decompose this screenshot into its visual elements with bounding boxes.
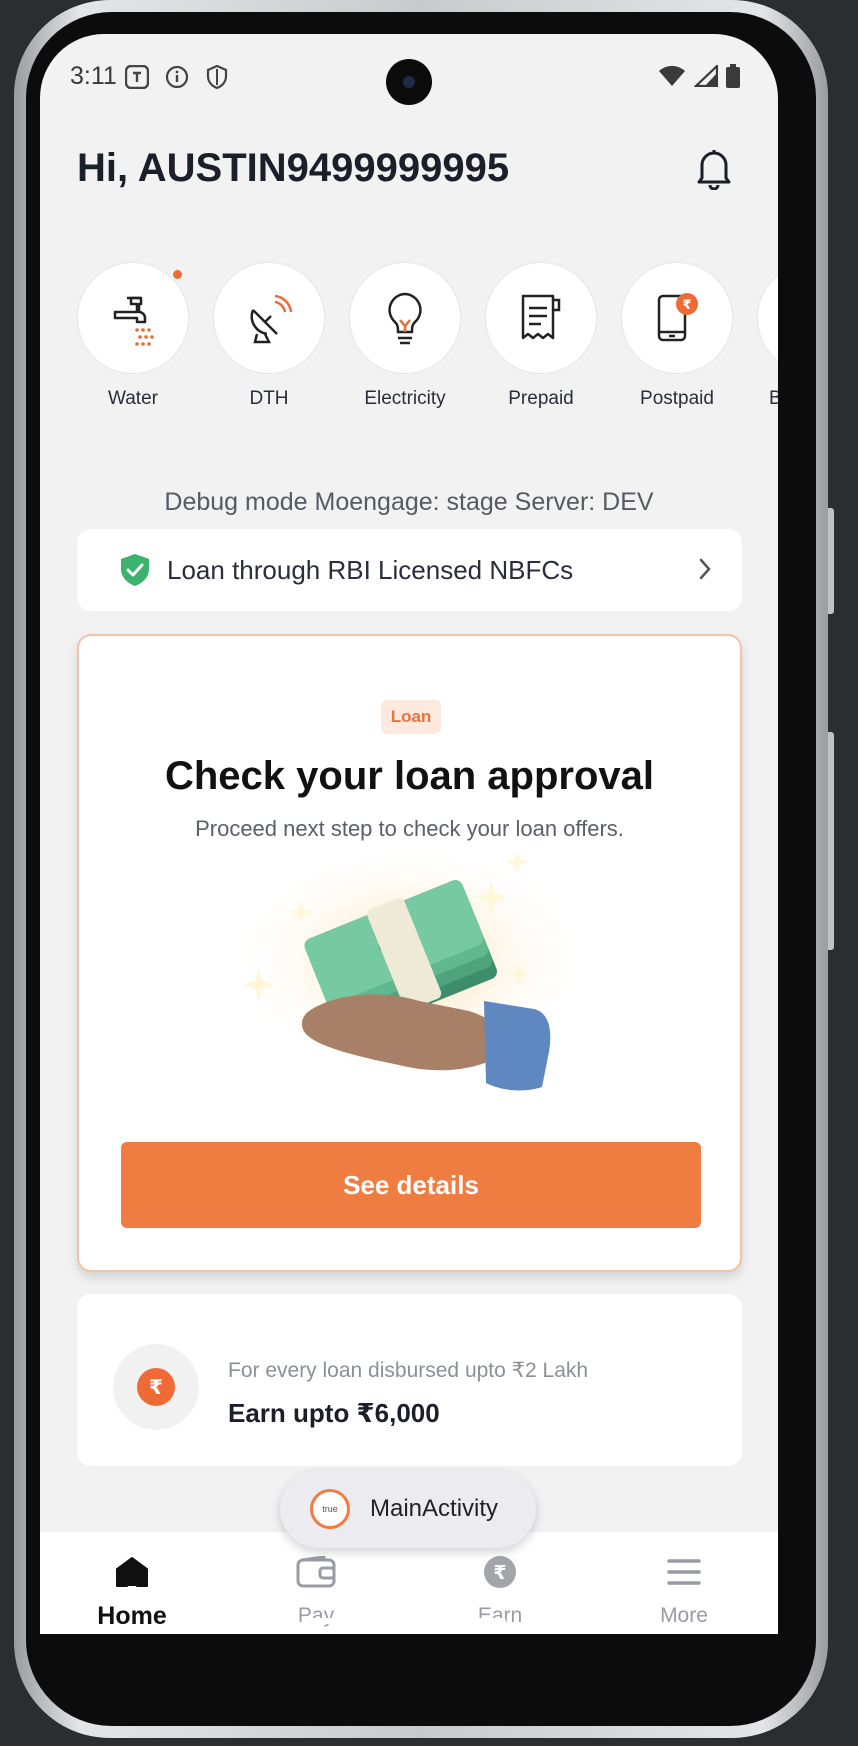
loan-tag-badge: Loan	[381, 700, 441, 734]
nav-home-label: Home	[97, 1602, 167, 1630]
toast-message: MainActivity	[370, 1495, 499, 1522]
service-label: Water	[108, 388, 158, 409]
service-label: B	[769, 388, 778, 409]
water-tap-icon	[113, 296, 154, 346]
nav-pay-label: Pay	[297, 1604, 335, 1627]
phone-rupee-icon: ₹	[657, 293, 698, 342]
rupee-coin-icon: ₹	[484, 1556, 516, 1588]
app-logo: true	[310, 1489, 350, 1529]
rupee-icon: ₹	[137, 1368, 175, 1406]
front-camera	[386, 59, 432, 105]
nbfc-banner[interactable]: Loan through RBI Licensed NBFCs	[77, 529, 742, 611]
service-dth[interactable]: DTH	[213, 262, 325, 410]
see-details-button[interactable]: See details	[121, 1142, 701, 1228]
service-electricity[interactable]: Electricity	[349, 262, 461, 410]
app-screen: 3:11 Hi, AUSTIN9499999995 Water DTH Elec…	[40, 34, 778, 1674]
water-icon-circle	[77, 262, 189, 374]
service-label: Postpaid	[640, 388, 714, 409]
earn-card-title: Earn upto ₹6,000	[228, 1398, 440, 1428]
electricity-icon-circle	[349, 262, 461, 374]
wifi-icon	[658, 65, 686, 92]
prepaid-icon-circle	[485, 262, 597, 374]
shield-status-icon	[204, 64, 230, 90]
satellite-dish-icon	[250, 294, 293, 344]
service-prepaid[interactable]: Prepaid	[485, 262, 597, 410]
loan-approval-card: Loan Check your loan approval Proceed ne…	[77, 634, 742, 1272]
shield-check-icon	[121, 554, 149, 586]
menu-icon	[667, 1559, 701, 1585]
screen-bottom-bezel	[40, 1634, 778, 1674]
signal-icon	[693, 63, 719, 92]
service-label: DTH	[249, 388, 289, 409]
earn-card[interactable]: ₹ For every loan disbursed upto ₹2 Lakh …	[77, 1294, 742, 1466]
status-time: 3:11	[70, 62, 117, 90]
nbfc-banner-text: Loan through RBI Licensed NBFCs	[167, 554, 574, 585]
service-postpaid[interactable]: ₹ Postpaid	[621, 262, 733, 410]
status-bar: 3:11	[40, 34, 778, 114]
postpaid-icon-circle: ₹	[621, 262, 733, 374]
nav-home[interactable]: Home	[40, 1532, 224, 1631]
info-icon	[164, 64, 190, 90]
chevron-right-icon	[699, 558, 711, 580]
nav-earn-label: Earn	[477, 1604, 523, 1627]
battery-icon	[726, 64, 740, 93]
loan-card-subtitle: Proceed next step to check your loan off…	[195, 816, 624, 841]
loan-card-title: Check your loan approval	[164, 754, 655, 798]
service-water[interactable]: Water	[77, 262, 189, 410]
activity-toast: true MainActivity	[280, 1470, 536, 1548]
wallet-icon	[296, 1556, 336, 1588]
service-label: Electricity	[364, 388, 446, 409]
svg-text:₹: ₹	[493, 1562, 506, 1584]
services-row: Water DTH Electricity Prepaid ₹ Postpaid	[77, 262, 778, 412]
new-indicator-dot	[173, 270, 182, 279]
partial-icon-circle	[757, 262, 778, 374]
nav-more-label: More	[660, 1604, 708, 1627]
notification-bell-icon[interactable]	[694, 146, 734, 191]
debug-info-text: Debug mode Moengage: stage Server: DEV	[164, 488, 654, 516]
service-partial[interactable]: B	[757, 262, 778, 410]
volume-button	[828, 508, 834, 614]
greeting-title: Hi, AUSTIN9499999995	[77, 146, 510, 190]
money-in-hand-illustration	[229, 851, 589, 1091]
power-button	[828, 732, 834, 950]
receipt-icon	[521, 294, 561, 340]
bulb-icon	[388, 292, 422, 345]
earn-card-subtitle: For every loan disbursed upto ₹2 Lakh	[228, 1359, 589, 1382]
svg-text:₹: ₹	[682, 298, 691, 313]
svg-text:₹: ₹	[149, 1375, 163, 1399]
service-label: Prepaid	[508, 388, 574, 409]
nav-more[interactable]: More	[592, 1532, 776, 1628]
dth-icon-circle	[213, 262, 325, 374]
gesture-home-bar[interactable]	[310, 1618, 506, 1624]
rupee-badge: ₹	[113, 1344, 199, 1430]
app-notification-icon	[124, 64, 150, 90]
home-icon	[116, 1557, 148, 1587]
